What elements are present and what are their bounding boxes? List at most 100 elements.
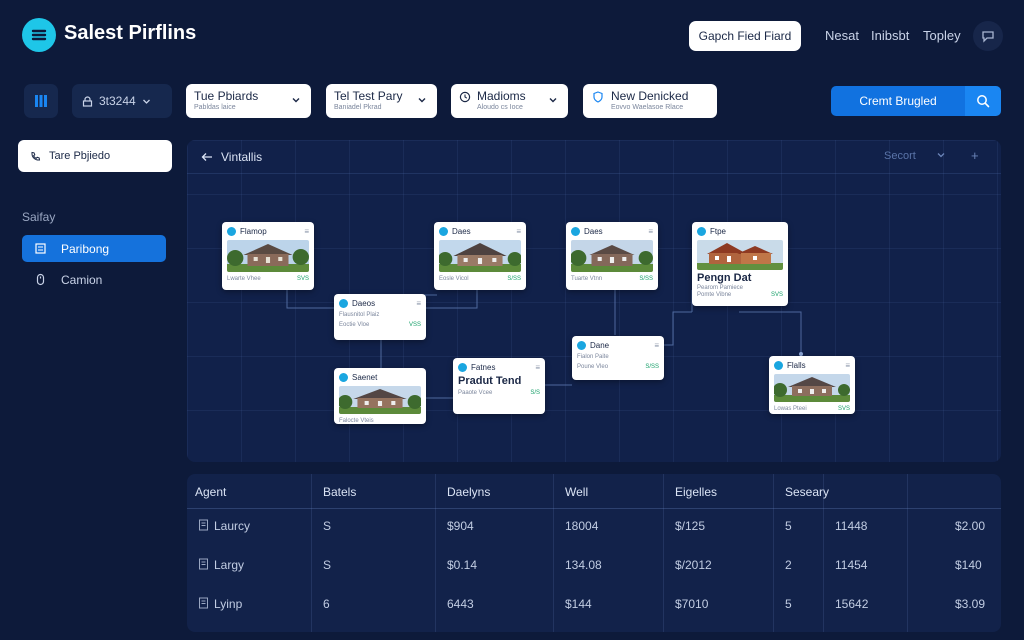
column-divider [663, 474, 664, 632]
search-button[interactable] [965, 86, 1001, 116]
card-title: Daes [452, 227, 471, 236]
sidebar-search-input[interactable]: Tare Pbjiedo [18, 140, 172, 172]
card-title: Flamop [240, 227, 267, 236]
diagram-card[interactable]: Ftpe Pengn Dat Pearom Pamiece Pomte Vibn… [692, 222, 788, 306]
status-icon [339, 299, 348, 308]
diagram-card[interactable]: Daes ≡ Eosle Vicol S/SS [434, 222, 526, 290]
id-select[interactable]: 3t3244 [72, 84, 172, 118]
card-title: Flalls [787, 361, 806, 370]
shield-icon [593, 91, 603, 103]
column-header-well[interactable]: Well [565, 485, 588, 499]
diagram-card[interactable]: Fatnes ≡ Pradut Tend Paaote Vcee S/S [453, 358, 545, 414]
filter-sublabel: Aloudo cs Ioce [477, 104, 523, 111]
menu-icon[interactable]: ≡ [416, 299, 421, 308]
card-title: Saenet [352, 373, 378, 382]
column-header-daelyns[interactable]: Daelyns [447, 485, 490, 499]
cell-agent: Lyinp [214, 597, 243, 611]
cell: $/125 [675, 519, 706, 533]
diagram-card[interactable]: Flalls ≡ Lowas Pteei SVS [769, 356, 855, 414]
filter-sublabel: Eovvo Waelasoe Rlace [611, 104, 684, 111]
cell: $0.14 [447, 558, 478, 572]
menu-icon[interactable]: ≡ [654, 341, 659, 350]
card-meta: Paaote Vcee [458, 390, 493, 396]
column-divider [907, 474, 908, 632]
filter-dropdown-3[interactable]: Madioms Aloudo cs Ioce [451, 84, 568, 118]
filter-sublabel: Baniadel Pkrad [334, 104, 382, 111]
menu-icon[interactable]: ≡ [304, 227, 309, 236]
chevron-down-icon [418, 98, 426, 103]
chat-button[interactable] [973, 21, 1003, 51]
column-header-batels[interactable]: Batels [323, 485, 356, 499]
status-icon [439, 227, 448, 236]
card-meta: Eoctie Vloe [339, 322, 370, 328]
card-subtitle: Pearom Pamiece [697, 285, 744, 291]
card-meta: Falocte Vteis [339, 418, 374, 424]
sidebar-item-paribong[interactable]: Paribong [22, 235, 166, 262]
top-link-inibsbt[interactable]: Inibsbt [871, 28, 909, 43]
diagram-card[interactable]: Daeos ≡ Flausnitol Plaiz Eoctie Vloe VSS [334, 294, 426, 340]
status-icon [697, 227, 706, 236]
sidebar-section-title: Saifay [22, 210, 56, 224]
column-divider [823, 474, 824, 632]
diagram-card[interactable]: Flamop ≡ Lwarte Vhee SVS [222, 222, 314, 290]
sidebar [0, 130, 180, 640]
menu-icon[interactable]: ≡ [845, 361, 850, 370]
filter-label: Tue Pbiards [194, 89, 259, 103]
connector-lines [286, 290, 803, 399]
column-header-eigelles[interactable]: Eigelles [675, 485, 717, 499]
chevron-down-icon [549, 98, 557, 103]
status-icon [227, 227, 236, 236]
create-button[interactable]: Cremt Brugled [831, 86, 965, 116]
column-header-agent[interactable]: Agent [195, 485, 226, 499]
filter-dropdown-4[interactable]: New Denicked Eovvo Waelasoe Rlace [583, 84, 717, 118]
column-divider [773, 474, 774, 632]
card-title: Ftpe [710, 227, 727, 236]
card-meta: Lwarte Vhee [227, 276, 261, 282]
filter-dropdown-1[interactable]: Tue Pbiards Pabldas laice [186, 84, 311, 118]
column-divider [435, 474, 436, 632]
card-title: Daeos [352, 299, 376, 308]
cell: $3.09 [955, 597, 986, 611]
top-link-nesat[interactable]: Nesat [825, 28, 859, 43]
diagram-card[interactable]: Dane ≡ Fialon Paite Poune Vleo S/SS [572, 336, 664, 380]
cell-agent: Laurcy [214, 519, 251, 533]
diagram-card[interactable]: Daes ≡ Tuarte Vtnn S/SS [566, 222, 658, 290]
card-value: S/SS [645, 364, 659, 370]
filter-dropdown-2[interactable]: Tel Test Pary Baniadel Pkrad [326, 84, 437, 118]
top-bar: Salest Pirflins Gapch Fied Fiard Nesat I… [0, 0, 1024, 70]
cell: 2 [785, 558, 792, 572]
filter-sublabel: Pabldas laice [194, 104, 236, 111]
menu-icon[interactable]: ≡ [535, 363, 540, 372]
cell: $7010 [675, 597, 709, 611]
diagram-card[interactable]: Saenet Falocte Vteis [334, 368, 426, 424]
grid-view-button[interactable] [24, 84, 58, 118]
menu-icon[interactable]: ≡ [648, 227, 653, 236]
phone-icon [31, 151, 41, 161]
card-value: SVS [770, 292, 783, 298]
card-title: Daes [584, 227, 603, 236]
status-icon [577, 341, 586, 350]
house-image [774, 374, 850, 402]
top-action-button[interactable]: Gapch Fied Fiard [689, 21, 801, 51]
mouse-icon [36, 273, 45, 286]
header-divider [187, 508, 1001, 509]
cell: $/2012 [675, 558, 712, 572]
column-divider [311, 474, 312, 632]
column-divider [553, 474, 554, 632]
menu-icon[interactable]: ≡ [516, 227, 521, 236]
house-image [439, 240, 521, 272]
cell: 134.08 [565, 558, 602, 572]
search-icon [977, 95, 990, 108]
house-image [227, 240, 309, 272]
house-image [697, 240, 783, 270]
card-value: S/SS [507, 276, 521, 282]
top-link-topley[interactable]: Topley [923, 28, 961, 43]
status-icon [774, 361, 783, 370]
cell: S [323, 558, 332, 572]
clock-icon [459, 91, 471, 103]
sidebar-item-camion[interactable]: Camion [22, 266, 166, 293]
card-meta: Eosle Vicol [439, 276, 469, 282]
card-subtitle: Flausnitol Plaiz [339, 312, 380, 318]
card-value: SVS [296, 276, 309, 282]
logo-icon [22, 18, 56, 52]
